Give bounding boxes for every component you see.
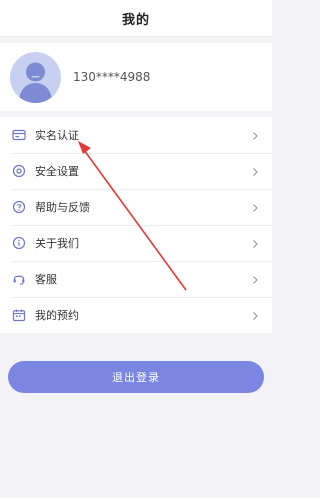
top-nav-bar: 我的 [0,0,272,37]
menu-item-security-settings[interactable]: 安全设置 [0,153,272,189]
help-icon [12,200,26,214]
profile-card[interactable]: 130****4988 [0,43,272,111]
headset-icon [12,272,26,286]
menu-item-label: 实名认证 [35,129,79,142]
logout-section: 退出登录 [0,333,272,393]
menu-item-about-us[interactable]: 关于我们 [0,225,272,261]
menu-item-label: 客服 [35,273,57,286]
menu-item-label: 安全设置 [35,165,79,178]
chevron-right-icon [250,162,260,181]
menu-item-label: 我的预约 [35,309,79,322]
menu-item-label: 关于我们 [35,237,79,250]
chevron-right-icon [250,234,260,253]
menu-item-label: 帮助与反馈 [35,201,90,214]
chevron-right-icon [250,198,260,217]
menu-item-real-name-verification[interactable]: 实名认证 [0,117,272,153]
logout-button[interactable]: 退出登录 [8,361,264,393]
calendar-icon [12,308,26,322]
menu-item-customer-service[interactable]: 客服 [0,261,272,297]
shield-icon [12,164,26,178]
menu-item-help-feedback[interactable]: 帮助与反馈 [0,189,272,225]
settings-menu: 实名认证 安全设置 帮助与反馈 关于我们 客服 我的预约 [0,117,272,333]
page-title: 我的 [121,12,150,28]
info-icon [12,236,26,250]
chevron-right-icon [250,270,260,289]
chevron-right-icon [250,306,260,325]
chevron-right-icon [250,126,260,145]
avatar[interactable] [10,51,61,103]
id-card-icon [12,128,26,142]
phone-number: 130****4988 [73,70,151,84]
menu-item-my-appointments[interactable]: 我的预约 [0,297,272,333]
